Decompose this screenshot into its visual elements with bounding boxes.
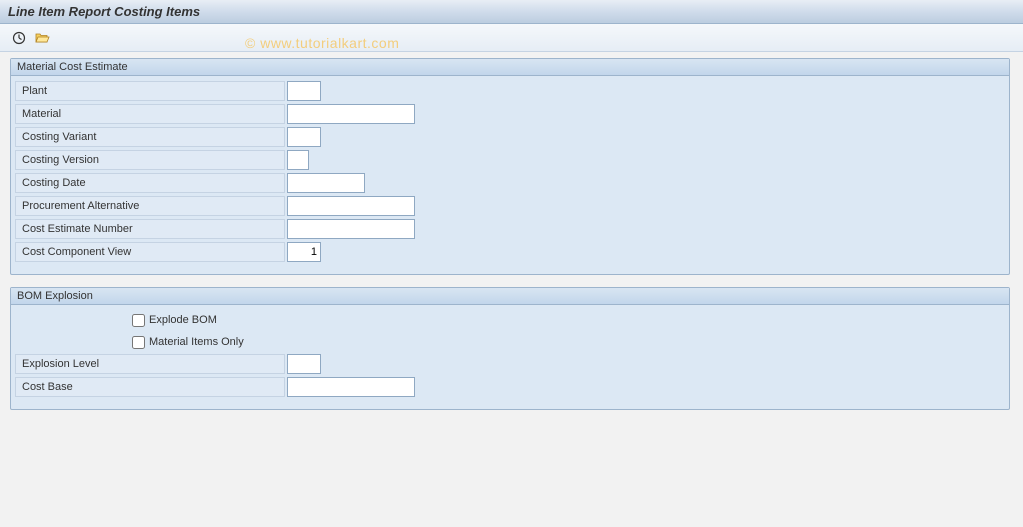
group-body: Explode BOM Material Items Only Explosio…: [11, 305, 1009, 409]
costing-date-input[interactable]: [287, 173, 365, 193]
field-row-cost-est-num: Cost Estimate Number: [15, 218, 1005, 240]
content-area: Material Cost Estimate Plant Material Co…: [0, 52, 1023, 428]
get-variant-button[interactable]: [32, 28, 54, 48]
material-label: Material: [15, 104, 285, 124]
plant-input[interactable]: [287, 81, 321, 101]
costing-version-label: Costing Version: [15, 150, 285, 170]
costing-variant-label: Costing Variant: [15, 127, 285, 147]
costing-version-input[interactable]: [287, 150, 309, 170]
group-header: Material Cost Estimate: [11, 59, 1009, 76]
execute-button[interactable]: [8, 28, 30, 48]
proc-alt-input[interactable]: [287, 196, 415, 216]
proc-alt-label: Procurement Alternative: [15, 196, 285, 216]
material-input[interactable]: [287, 104, 415, 124]
folder-open-icon: [35, 31, 51, 45]
group-material-cost-estimate: Material Cost Estimate Plant Material Co…: [10, 58, 1010, 275]
field-row-cost-comp-view: Cost Component View: [15, 241, 1005, 263]
costing-date-label: Costing Date: [15, 173, 285, 193]
cost-comp-view-label: Cost Component View: [15, 242, 285, 262]
field-row-costing-date: Costing Date: [15, 172, 1005, 194]
cost-base-input[interactable]: [287, 377, 415, 397]
group-bom-explosion: BOM Explosion Explode BOM Material Items…: [10, 287, 1010, 410]
toolbar: [0, 24, 1023, 52]
clock-icon: [12, 31, 26, 45]
field-row-plant: Plant: [15, 80, 1005, 102]
page-title: Line Item Report Costing Items: [8, 4, 200, 19]
field-row-material-items: Material Items Only: [15, 331, 1005, 353]
cost-est-num-input[interactable]: [287, 219, 415, 239]
field-row-costing-variant: Costing Variant: [15, 126, 1005, 148]
material-items-checkbox[interactable]: [132, 336, 145, 349]
field-row-explode-bom: Explode BOM: [15, 309, 1005, 331]
field-row-cost-base: Cost Base: [15, 376, 1005, 398]
group-header: BOM Explosion: [11, 288, 1009, 305]
group-body: Plant Material Costing Variant Costing V…: [11, 76, 1009, 274]
cost-base-label: Cost Base: [15, 377, 285, 397]
explosion-level-label: Explosion Level: [15, 354, 285, 374]
explosion-level-input[interactable]: [287, 354, 321, 374]
field-row-costing-version: Costing Version: [15, 149, 1005, 171]
explode-bom-label: Explode BOM: [149, 314, 217, 326]
field-row-explosion-level: Explosion Level: [15, 353, 1005, 375]
material-items-label: Material Items Only: [149, 336, 244, 348]
field-row-material: Material: [15, 103, 1005, 125]
title-bar: Line Item Report Costing Items: [0, 0, 1023, 24]
plant-label: Plant: [15, 81, 285, 101]
costing-variant-input[interactable]: [287, 127, 321, 147]
cost-est-num-label: Cost Estimate Number: [15, 219, 285, 239]
field-row-proc-alt: Procurement Alternative: [15, 195, 1005, 217]
cost-comp-view-input[interactable]: [287, 242, 321, 262]
explode-bom-checkbox[interactable]: [132, 314, 145, 327]
